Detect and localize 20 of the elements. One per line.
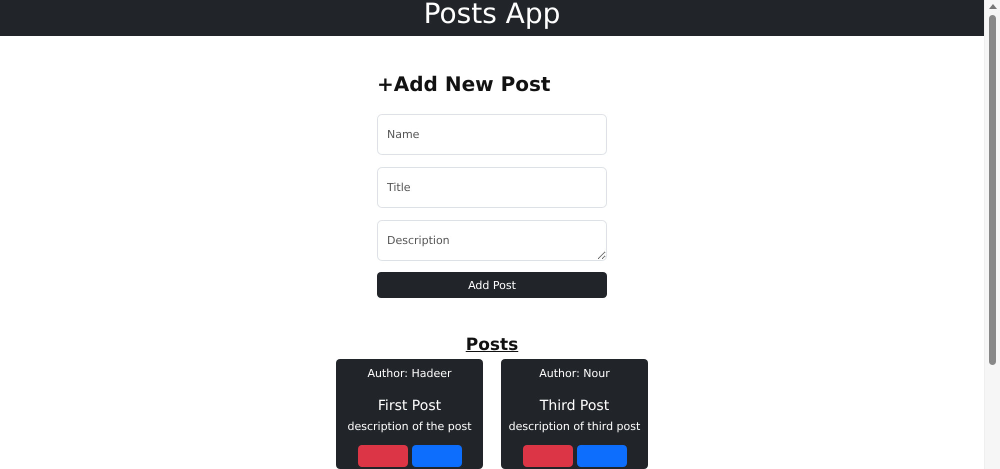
post-author: Author: Hadeer <box>367 367 452 380</box>
app-title: Posts App <box>424 0 560 31</box>
post-title: Third Post <box>540 398 610 414</box>
form-heading: +Add New Post <box>377 72 552 96</box>
card-button[interactable] <box>412 445 462 467</box>
post-author: Author: Nour <box>539 367 610 380</box>
scrollbar[interactable] <box>984 0 1000 469</box>
input-field[interactable]: Title <box>377 167 607 208</box>
card-button[interactable] <box>358 445 408 467</box>
post-description: description of the post <box>347 420 472 433</box>
card-button[interactable] <box>576 445 626 467</box>
add-post-button[interactable]: Add Post <box>377 272 607 298</box>
posts-heading: Posts <box>466 335 518 355</box>
description-field[interactable]: Description <box>377 220 607 261</box>
post-title: First Post <box>378 398 442 414</box>
post-description: description of third post <box>508 420 640 433</box>
scroll-up-icon[interactable] <box>988 4 996 9</box>
scroll-thumb[interactable] <box>989 15 996 365</box>
input-field[interactable]: Name <box>377 114 607 155</box>
card-button[interactable] <box>522 445 572 467</box>
